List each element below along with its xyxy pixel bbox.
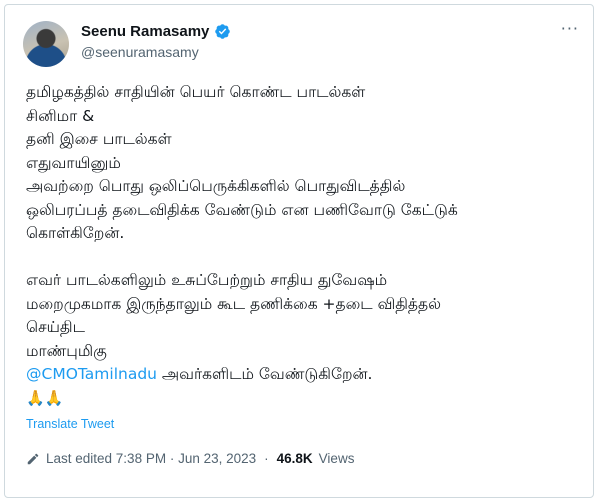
tweet-header: Seenu Ramasamy @seenuramasamy ··· (23, 15, 583, 67)
folded-hands-emoji: 🙏🙏 (26, 388, 64, 407)
tweet-line-mention: @CMOTamilnadu அவர்களிடம் வேண்டுகிறேன். (26, 363, 586, 387)
tweet-line: ஒலிபரப்பத் தடைவிதிக்க வேண்டும் என பணிவோட… (26, 200, 458, 219)
tweet-card: Seenu Ramasamy @seenuramasamy ··· தமிழகத… (4, 4, 594, 498)
author-name-row: Seenu Ramasamy (81, 23, 231, 40)
mention-link[interactable]: @CMOTamilnadu (26, 365, 157, 383)
more-options-icon[interactable]: ··· (561, 19, 579, 38)
tweet-text: தமிழகத்தில் சாதியின் பெயர் கொண்ட பாடல்கள… (26, 81, 586, 410)
views-label: Views (318, 451, 355, 466)
edit-pencil-icon (27, 453, 39, 464)
views-count: 46.8K (276, 451, 313, 466)
tweet-line: மாண்புமிகு (26, 341, 107, 360)
tweet-line: சினிமா & (26, 106, 95, 125)
tweet-line: அவற்றை பொது ஒலிப்பெருக்கிகளில் பொதுவிடத்… (26, 177, 406, 195)
tweet-meta: Last edited 7:38 PM · Jun 23, 2023 · 46.… (26, 451, 354, 466)
translate-tweet-link[interactable]: Translate Tweet (26, 417, 114, 431)
tweet-line: கொள்கிறேன். (26, 224, 125, 242)
verified-badge-icon (215, 24, 231, 39)
tweet-line: மறைமுகமாக இருந்தாலும் கூட தணிக்கை +தடை வ… (26, 294, 441, 313)
avatar[interactable] (23, 21, 69, 67)
tweet-line: செய்திட (26, 318, 85, 336)
author-handle[interactable]: @seenuramasamy (81, 44, 199, 60)
tweet-line: எதுவாயினும் (26, 153, 121, 172)
tweet-line: தனி இசை பாடல்கள் (26, 130, 172, 148)
author-name[interactable]: Seenu Ramasamy (81, 23, 209, 40)
tweet-line: எவர் பாடல்களிலும் உசுப்பேற்றும் சாதிய து… (26, 271, 388, 289)
meta-separator: · (264, 451, 269, 466)
mention-suffix: அவர்களிடம் வேண்டுகிறேன். (157, 365, 373, 383)
edited-timestamp[interactable]: Last edited 7:38 PM · Jun 23, 2023 (46, 451, 256, 466)
tweet-line: தமிழகத்தில் சாதியின் பெயர் கொண்ட பாடல்கள… (26, 83, 366, 101)
